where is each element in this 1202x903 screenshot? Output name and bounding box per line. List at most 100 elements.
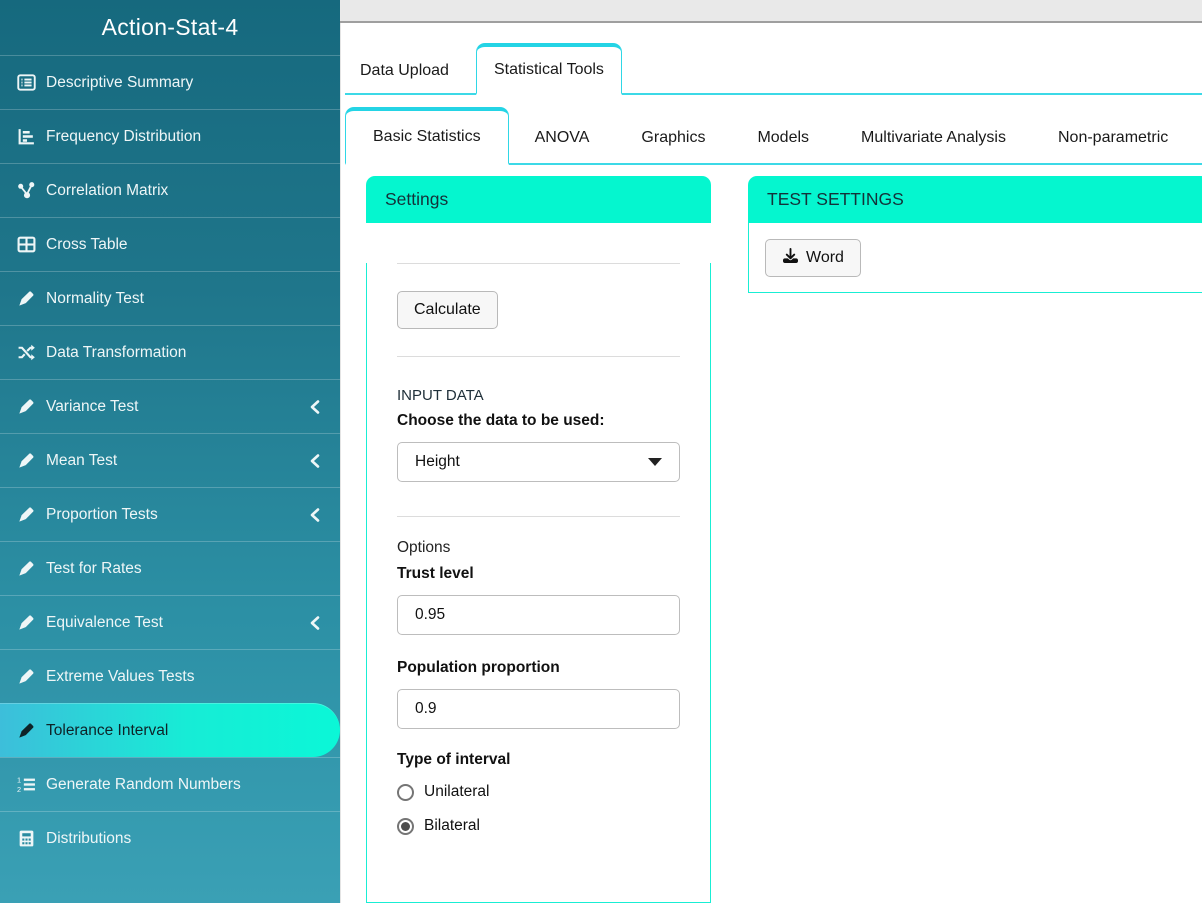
pen-icon [13,721,39,740]
caret-down-icon [648,458,662,466]
test-settings-panel: TEST SETTINGS Word [748,176,1202,293]
shuffle-icon [13,343,39,362]
sidebar-item-label: Cross Table [46,236,128,254]
divider [397,263,680,264]
calculate-button[interactable]: Calculate [397,291,498,329]
sidebar-item-label: Test for Rates [46,560,142,578]
divider [397,516,680,517]
sidebar-item-label: Proportion Tests [46,506,158,524]
sidebar-item-label: Data Transformation [46,344,186,362]
data-select-value: Height [415,453,460,471]
radio-unilateral[interactable]: Unilateral [397,781,680,803]
settings-panel: Settings Calculate INPUT DATA Choose the… [366,176,711,903]
pen-icon [13,397,39,416]
radio-label: Bilateral [424,817,480,835]
chevron-left-icon [308,615,322,631]
trust-level-label: Trust level [397,565,680,583]
sidebar-item-label: Correlation Matrix [46,182,168,200]
trust-level-input[interactable]: 0.95 [397,595,680,635]
population-proportion-value: 0.9 [415,700,437,718]
sidebar-item-proportion-tests[interactable]: Proportion Tests [0,487,340,541]
settings-panel-header: Settings [366,176,711,223]
tab-models[interactable]: Models [731,113,835,163]
sidebar-item-label: Variance Test [46,398,138,416]
secondary-tabbar: Basic StatisticsANOVAGraphicsModelsMulti… [345,107,1202,165]
input-data-heading: INPUT DATA [397,387,680,404]
interval-type-label: Type of interval [397,751,680,769]
chevron-left-icon [308,507,322,523]
chevron-left-icon [308,453,322,469]
population-proportion-input[interactable]: 0.9 [397,689,680,729]
radio-circle-icon [397,784,414,801]
tab-basic-statistics[interactable]: Basic Statistics [345,107,509,165]
pen-icon [13,505,39,524]
primary-tabbar: Data Upload Statistical Tools [345,43,1202,95]
tab-anova[interactable]: ANOVA [509,113,616,163]
pen-icon [13,613,39,632]
sidebar-item-label: Descriptive Summary [46,74,193,92]
sidebar-item-frequency-distribution[interactable]: Frequency Distribution [0,109,340,163]
sidebar-menu: Descriptive Summary Frequency Distributio… [0,55,340,865]
pen-icon [13,289,39,308]
tab-statistical-tools[interactable]: Statistical Tools [476,43,622,95]
sidebar-item-normality-test[interactable]: Normality Test [0,271,340,325]
sidebar-item-label: Tolerance Interval [46,722,168,740]
trust-level-value: 0.95 [415,606,445,624]
radio-label: Unilateral [424,783,489,801]
sidebar-item-label: Normality Test [46,290,144,308]
main-area: Data Upload Statistical Tools Basic Stati… [340,0,1202,903]
sidebar-item-label: Generate Random Numbers [46,776,241,794]
top-header-bar [340,0,1202,23]
list-ol-icon: 12 [13,775,39,794]
download-icon [782,248,798,268]
chevron-left-icon [308,399,322,415]
sidebar-item-descriptive-summary[interactable]: Descriptive Summary [0,55,340,109]
interval-type-radio-group: Unilateral Bilateral [397,781,680,837]
sidebar-item-distributions[interactable]: Distributions [0,811,340,865]
sidebar-item-data-transformation[interactable]: Data Transformation [0,325,340,379]
sidebar-item-cross-table[interactable]: Cross Table [0,217,340,271]
word-button-label: Word [806,249,844,267]
divider [397,356,680,357]
content-area: Data Upload Statistical Tools Basic Stati… [340,23,1202,903]
sidebar: Action-Stat-4 Descriptive Summary Frequen… [0,0,340,903]
settings-panel-body: Calculate INPUT DATA Choose the data to … [366,263,711,903]
tab-data-upload[interactable]: Data Upload [345,48,464,93]
data-select[interactable]: Height [397,442,680,482]
population-proportion-label: Population proportion [397,659,680,677]
sidebar-item-test-for-rates[interactable]: Test for Rates [0,541,340,595]
network-icon [13,181,39,200]
sidebar-item-tolerance-interval[interactable]: Tolerance Interval [0,703,340,757]
tab-non-parametric[interactable]: Non-parametric [1032,113,1194,163]
sidebar-item-generate-random-numbers[interactable]: 12 Generate Random Numbers [0,757,340,811]
choose-data-label: Choose the data to be used: [397,412,680,430]
tab-multivariate-analysis[interactable]: Multivariate Analysis [835,113,1032,163]
sidebar-item-correlation-matrix[interactable]: Correlation Matrix [0,163,340,217]
sidebar-item-label: Distributions [46,830,131,848]
tab-graphics[interactable]: Graphics [615,113,731,163]
sidebar-item-equivalence-test[interactable]: Equivalence Test [0,595,340,649]
chart-bars-icon [13,127,39,146]
sidebar-item-variance-test[interactable]: Variance Test [0,379,340,433]
calculator-icon [13,829,39,848]
word-download-button[interactable]: Word [765,239,861,277]
pen-icon [13,559,39,578]
pen-icon [13,667,39,686]
sidebar-item-extreme-values-tests[interactable]: Extreme Values Tests [0,649,340,703]
radio-circle-icon [397,818,414,835]
panels-row: Settings Calculate INPUT DATA Choose the… [345,176,1202,903]
test-settings-panel-body: Word [748,223,1202,293]
sidebar-item-label: Extreme Values Tests [46,668,194,686]
test-settings-panel-header: TEST SETTINGS [748,176,1202,223]
list-alt-icon [13,73,39,92]
options-heading: Options [397,539,680,557]
pen-icon [13,451,39,470]
svg-text:2: 2 [17,785,21,794]
svg-text:1: 1 [17,775,21,784]
radio-bilateral[interactable]: Bilateral [397,815,680,837]
sidebar-item-mean-test[interactable]: Mean Test [0,433,340,487]
app-title: Action-Stat-4 [0,0,340,55]
sidebar-item-label: Frequency Distribution [46,128,201,146]
table-icon [13,235,39,254]
sidebar-item-label: Mean Test [46,452,117,470]
